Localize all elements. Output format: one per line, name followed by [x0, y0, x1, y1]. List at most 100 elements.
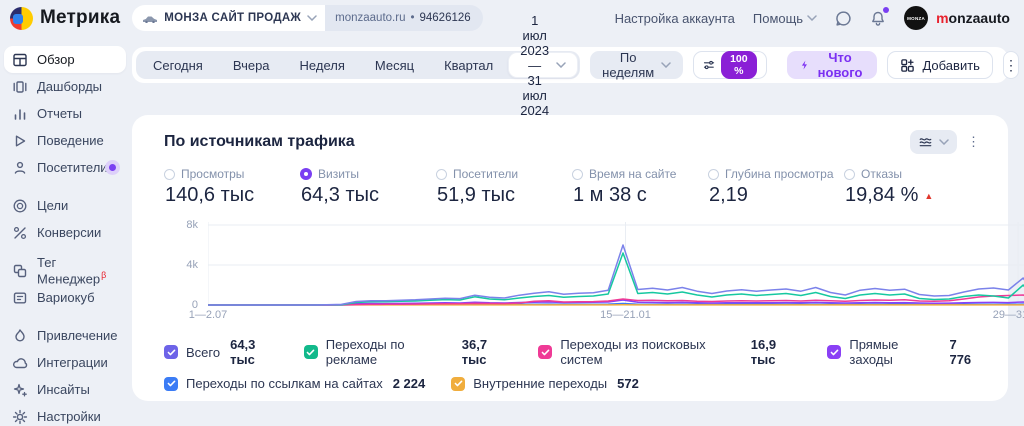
grouping-select[interactable]: По неделям [590, 50, 684, 80]
legend-value: 7 776 [949, 337, 972, 367]
sidebar-item-conversions[interactable]: Конверсии [4, 219, 126, 246]
sidebar-item-label: Инсайты [37, 382, 90, 397]
sidebar-section: Привлечение Интеграции Инсайты Настройки [4, 322, 126, 426]
legend-item[interactable]: Прямые заходы 7 776 [827, 337, 980, 367]
sidebar: Обзор Дашборды Отчеты Поведение Посетители Це… [0, 36, 130, 426]
sidebar-section: Обзор Дашборды Отчеты Поведение Посетители [4, 46, 126, 181]
counter-switcher[interactable]: МОНЗА САЙТ ПРОДАЖ monzaauto.ru • 9462612… [132, 5, 483, 31]
sidebar-item-label: Дашборды [37, 79, 102, 94]
new-indicator-dot [109, 164, 116, 171]
sidebar-item-integrations[interactable]: Интеграции [4, 349, 126, 376]
sidebar-item-overview[interactable]: Обзор [4, 46, 126, 73]
legend-checkbox[interactable] [303, 345, 318, 359]
range-tab-3[interactable]: Месяц [360, 51, 429, 79]
metrica-logo-icon [10, 6, 33, 30]
chart[interactable]: 04k8k 1—2.0715—21.0129—31.07 [164, 219, 1024, 325]
legend-item[interactable]: Переходы из поисковых систем 16,9 тыс [538, 337, 801, 367]
legend-label: Переходы из поисковых систем [560, 337, 706, 367]
metric-radio[interactable] [708, 168, 719, 180]
range-tab-1[interactable]: Вчера [218, 51, 285, 79]
range-tab-4[interactable]: Квартал [429, 51, 508, 79]
legend-item[interactable]: Переходы по рекламе 36,7 тыс [303, 337, 513, 367]
legend-value: 572 [617, 376, 639, 391]
metrics-row: Просмотры 140,6 тыс Визиты 64,3 тыс Посетите… [164, 167, 980, 207]
sidebar-item-goals[interactable]: Цели [4, 192, 126, 219]
metric-3[interactable]: Время на сайте 1 м 38 с [572, 167, 708, 207]
chart-type-select[interactable] [910, 130, 957, 154]
sidebar-item-label: Интеграции [37, 355, 108, 370]
sidebar-section: Тег Менеджерβ Вариокуб [4, 254, 126, 311]
counter-domain[interactable]: monzaauto.ru [335, 12, 405, 24]
sidebar-item-visitors[interactable]: Посетители [4, 154, 126, 181]
sidebar-item-reports[interactable]: Отчеты [4, 100, 126, 127]
toolbar: Сегодня Вчера Неделя Месяц Квартал 1 июл 202… [132, 13, 1019, 118]
legend-checkbox[interactable] [164, 376, 178, 391]
integrations-icon [12, 355, 28, 371]
sidebar-item-variocube[interactable]: Вариокуб [4, 284, 126, 311]
metric-radio[interactable] [572, 168, 583, 180]
legend-label: Внутренние переходы [473, 376, 608, 391]
chat-icon[interactable] [835, 10, 852, 27]
whats-new-label: Что нового [817, 50, 863, 80]
range-tab-2[interactable]: Неделя [285, 51, 360, 79]
y-axis-tick: 8k [186, 219, 198, 231]
account-settings-link[interactable]: Настройка аккаунта [615, 11, 735, 26]
y-axis-tick: 4k [186, 259, 198, 271]
metric-0[interactable]: Просмотры 140,6 тыс [164, 167, 300, 207]
metric-value: 2,19 [709, 184, 748, 206]
lightning-icon [801, 60, 807, 70]
behavior-icon [12, 133, 28, 149]
sidebar-item-insights[interactable]: Инсайты [4, 376, 126, 403]
metric-radio[interactable] [164, 168, 175, 180]
metric-radio[interactable] [844, 168, 855, 180]
metric-1[interactable]: Визиты 64,3 тыс [300, 167, 436, 207]
notifications-bell-icon[interactable] [870, 6, 890, 27]
sidebar-item-settings[interactable]: Настройки [4, 403, 126, 426]
card-kebab-menu[interactable]: ⋮ [967, 134, 980, 150]
metric-label: Посетители [453, 167, 519, 181]
metric-2[interactable]: Посетители 51,9 тыс [436, 167, 572, 207]
reports-icon [12, 106, 28, 122]
metric-radio[interactable] [436, 168, 447, 180]
chevron-down-icon [807, 15, 817, 21]
sidebar-item-label: Поведение [37, 133, 104, 148]
x-axis-tick: 29—31.07 [992, 309, 1024, 321]
sidebar-item-dashboards[interactable]: Дашборды [4, 73, 126, 100]
sidebar-item-attraction[interactable]: Привлечение [4, 322, 126, 349]
legend-checkbox[interactable] [827, 345, 842, 359]
help-label: Помощь [752, 10, 804, 26]
legend-checkbox[interactable] [164, 345, 178, 359]
legend-label: Всего [186, 344, 221, 360]
user-menu[interactable]: MONZA [904, 6, 929, 30]
toolbar-kebab-menu[interactable]: ⋮ [1002, 51, 1019, 79]
help-menu[interactable]: Помощь [753, 11, 817, 26]
sidebar-item-label: Тег Менеджерβ [37, 254, 107, 287]
metric-radio[interactable] [300, 168, 312, 180]
sidebar-item-tag-manager[interactable]: Тег Менеджерβ [4, 254, 126, 287]
add-widget-button[interactable]: Добавить [887, 51, 993, 79]
line-chart-svg[interactable] [208, 221, 1024, 307]
variocube-icon [12, 290, 28, 306]
date-range-picker[interactable]: 1 июл 2023 — 31 июл 2024 [508, 13, 579, 118]
legend-item[interactable]: Внутренние переходы 572 [451, 376, 639, 391]
metric-5[interactable]: Отказы 19,84 % ▲ [844, 167, 980, 207]
x-axis-tick: 15—21.01 [600, 309, 651, 321]
legend-checkbox[interactable] [451, 376, 466, 391]
legend-checkbox[interactable] [538, 345, 553, 359]
metric-4[interactable]: Глубина просмотра 2,19 [708, 167, 844, 207]
sidebar-item-behavior[interactable]: Поведение [4, 127, 126, 154]
main-area: Сегодня Вчера Неделя Месяц Квартал 1 июл 202… [130, 13, 1024, 426]
counter-separator: • [410, 12, 415, 24]
whats-new-button[interactable]: Что нового [786, 50, 878, 80]
sidebar-section: Цели Конверсии [4, 192, 126, 246]
sidebar-item-label: Отчеты [37, 106, 82, 121]
legend-item[interactable]: Всего 64,3 тыс [164, 337, 278, 367]
sampling-control[interactable]: 100 % [693, 51, 767, 79]
chevron-down-icon [307, 15, 317, 21]
legend-value: 16,9 тыс [750, 337, 777, 367]
metrica-logo[interactable]: Метрика [10, 6, 120, 30]
tag-manager-icon [12, 263, 28, 279]
range-tab-0[interactable]: Сегодня [138, 51, 218, 79]
legend-item[interactable]: Переходы по ссылкам на сайтах 2 224 [164, 376, 425, 391]
counter-id: 94626126 [419, 12, 471, 24]
